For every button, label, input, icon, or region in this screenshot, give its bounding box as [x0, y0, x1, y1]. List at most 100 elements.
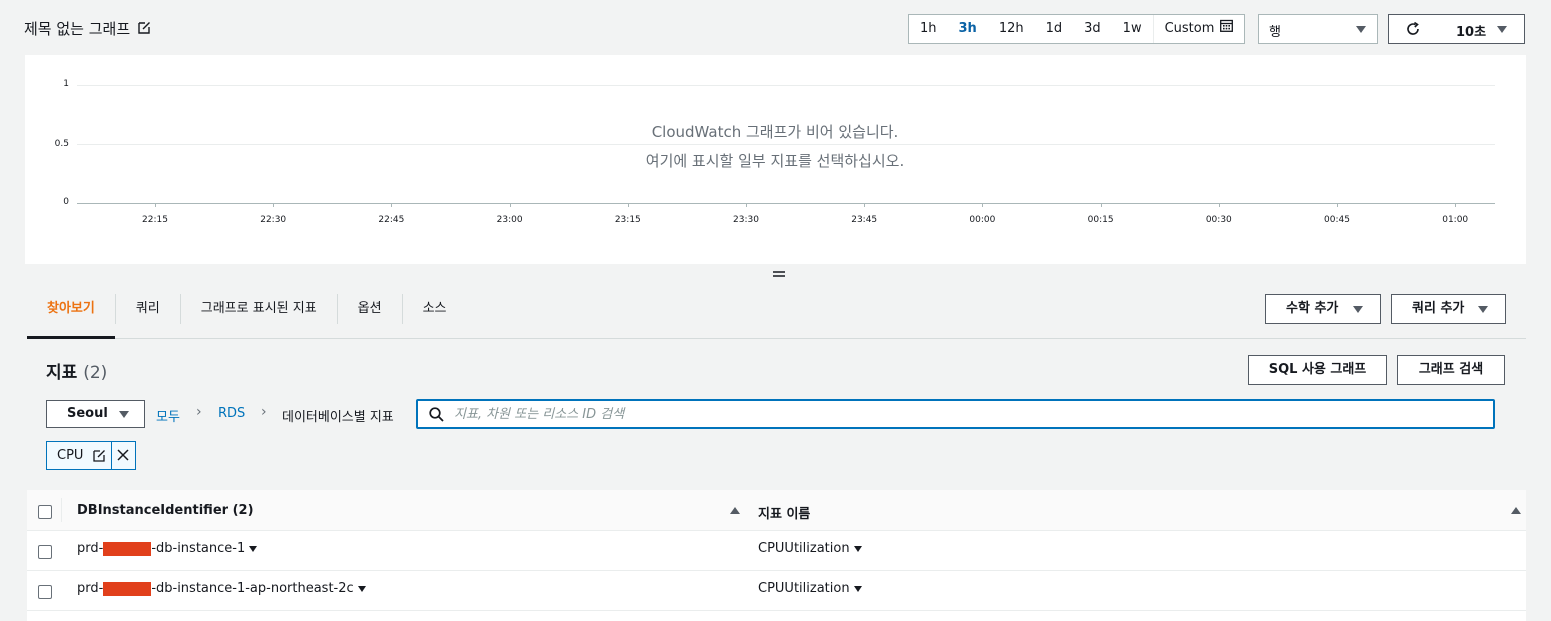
- graph-panel: 1 0.5 0 22:15 22:30 22:45 23:00 23:15 23:30 23…: [25, 55, 1526, 264]
- redacted-block: [103, 541, 152, 556]
- x-tick-label: 23:30: [733, 215, 759, 225]
- chip-label: CPU: [57, 448, 84, 463]
- column-header-count: (2): [232, 503, 254, 518]
- add-query-button[interactable]: 쿼리 추가: [1391, 294, 1506, 324]
- edit-chip-icon[interactable]: [93, 449, 106, 466]
- chevron-down-icon: [1497, 26, 1507, 33]
- caret-down-icon[interactable]: [853, 545, 862, 552]
- range-custom-button[interactable]: Custom: [1152, 15, 1245, 43]
- sort-ascending-icon[interactable]: [1511, 507, 1521, 514]
- empty-message-line-2: 여기에 표시할 일부 지표를 선택하십시오.: [645, 152, 905, 170]
- tab-browse[interactable]: 찾아보기: [27, 294, 116, 324]
- column-header-instance-label: DBInstanceIdentifier: [77, 503, 229, 518]
- chevron-down-icon: [1356, 26, 1366, 33]
- x-tick-mark: [1100, 203, 1102, 207]
- row-checkbox[interactable]: [38, 545, 52, 559]
- chevron-down-icon: [1353, 306, 1363, 313]
- add-math-label: 수학 추가: [1286, 301, 1339, 316]
- x-tick-label: 23:15: [614, 215, 641, 225]
- caret-down-icon[interactable]: [249, 545, 258, 552]
- region-value: Seoul: [67, 406, 108, 421]
- metric-name-cell[interactable]: CPUUtilization: [758, 581, 862, 596]
- instance-id-prefix: prd-: [77, 541, 104, 556]
- refresh-icon: [1405, 21, 1421, 41]
- search-icon: [429, 407, 444, 426]
- range-3d-button[interactable]: 3d: [1073, 15, 1112, 43]
- table-header: DBInstanceIdentifier (2) 지표 이름: [27, 490, 1526, 531]
- range-1w-button[interactable]: 1w: [1112, 15, 1153, 43]
- instance-id-cell[interactable]: prd- -db-instance-1-ap-northeast-2c: [77, 581, 366, 596]
- graph-search-label: 그래프 검색: [1418, 362, 1484, 377]
- row-checkbox[interactable]: [38, 585, 52, 599]
- tab-graphed-metrics[interactable]: 그래프로 표시된 지표: [181, 294, 338, 324]
- view-type-select[interactable]: 행: [1258, 14, 1378, 44]
- x-tick-label: 00:15: [1087, 215, 1114, 225]
- calendar-icon: [1220, 15, 1234, 43]
- x-tick-mark: [627, 203, 629, 207]
- sort-ascending-icon[interactable]: [730, 507, 740, 514]
- refresh-interval-select[interactable]: 10초: [1435, 14, 1525, 44]
- column-header-instance[interactable]: DBInstanceIdentifier (2): [77, 503, 254, 518]
- edit-title-icon[interactable]: [138, 20, 151, 38]
- x-tick-mark: [982, 203, 984, 207]
- chevron-down-icon: [119, 411, 129, 418]
- graph-search-button[interactable]: 그래프 검색: [1397, 355, 1505, 385]
- remove-chip-icon[interactable]: [117, 449, 129, 465]
- range-12h-button[interactable]: 12h: [988, 15, 1035, 43]
- add-math-button[interactable]: 수학 추가: [1265, 294, 1381, 324]
- range-1h-button[interactable]: 1h: [909, 15, 948, 43]
- chevron-right-icon: ›: [261, 404, 267, 420]
- refresh-button[interactable]: [1388, 14, 1436, 44]
- x-tick-mark: [155, 203, 156, 207]
- custom-label: Custom: [1164, 21, 1215, 36]
- caret-down-icon[interactable]: [357, 585, 366, 592]
- metrics-title: 지표: [46, 363, 78, 383]
- breadcrumb-all[interactable]: 모두: [156, 406, 180, 425]
- sql-graph-label: SQL 사용 그래프: [1268, 362, 1367, 377]
- instance-id-suffix: -db-instance-1: [151, 541, 246, 556]
- metrics-table: DBInstanceIdentifier (2) 지표 이름 prd- -db-i…: [27, 490, 1526, 621]
- column-header-metric[interactable]: 지표 이름: [758, 503, 810, 522]
- metric-name: CPUUtilization: [758, 581, 850, 596]
- range-1d-button[interactable]: 1d: [1035, 15, 1074, 43]
- x-tick-mark: [273, 203, 275, 207]
- empty-graph-message: CloudWatch 그래프가 비어 있습니다. 여기에 표시할 일부 지표를 …: [475, 118, 1075, 176]
- x-axis: [77, 203, 1495, 204]
- caret-down-icon[interactable]: [853, 585, 862, 592]
- chip-divider: [111, 442, 112, 469]
- x-tick-label: 01:00: [1442, 215, 1469, 225]
- graph-title-text: 제목 없는 그래프: [24, 20, 131, 38]
- range-3h-button[interactable]: 3h: [948, 15, 988, 43]
- chevron-right-icon: ›: [196, 404, 202, 420]
- instance-id-cell[interactable]: prd- -db-instance-1: [77, 541, 258, 556]
- tab-source[interactable]: 소스: [403, 294, 467, 324]
- active-tab-indicator: [27, 336, 115, 339]
- x-tick-label: 23:45: [851, 215, 878, 225]
- metrics-count: (2): [83, 363, 108, 383]
- metric-search-input[interactable]: [452, 406, 1456, 423]
- tab-bar: 찾아보기 쿼리 그래프로 표시된 지표 옵션 소스: [27, 294, 467, 338]
- metric-name: CPUUtilization: [758, 541, 850, 556]
- y-tick-label: 1: [63, 79, 69, 89]
- instance-id-suffix: -db-instance-1-ap-northeast-2c: [151, 581, 354, 596]
- sql-graph-button[interactable]: SQL 사용 그래프: [1248, 355, 1387, 385]
- filter-chip-cpu: CPU: [46, 441, 136, 470]
- select-all-checkbox[interactable]: [38, 505, 52, 519]
- metric-search-box: [416, 399, 1495, 429]
- tab-query[interactable]: 쿼리: [116, 294, 181, 324]
- tabs-divider: [27, 338, 1526, 339]
- x-tick-mark: [391, 203, 393, 207]
- x-tick-label: 23:00: [496, 215, 523, 225]
- resize-handle-icon[interactable]: [773, 268, 785, 278]
- region-select[interactable]: Seoul: [46, 400, 145, 428]
- breadcrumb-rds[interactable]: RDS: [218, 406, 245, 421]
- x-tick-mark: [1455, 203, 1457, 207]
- redacted-block: [103, 581, 152, 596]
- x-tick-label: 00:30: [1205, 215, 1232, 225]
- x-tick-label: 00:00: [969, 215, 996, 225]
- tab-options[interactable]: 옵션: [338, 294, 403, 324]
- metric-name-cell[interactable]: CPUUtilization: [758, 541, 862, 556]
- x-tick-mark: [864, 203, 866, 207]
- add-query-label: 쿼리 추가: [1412, 301, 1465, 316]
- y-tick-label: 0: [63, 197, 69, 207]
